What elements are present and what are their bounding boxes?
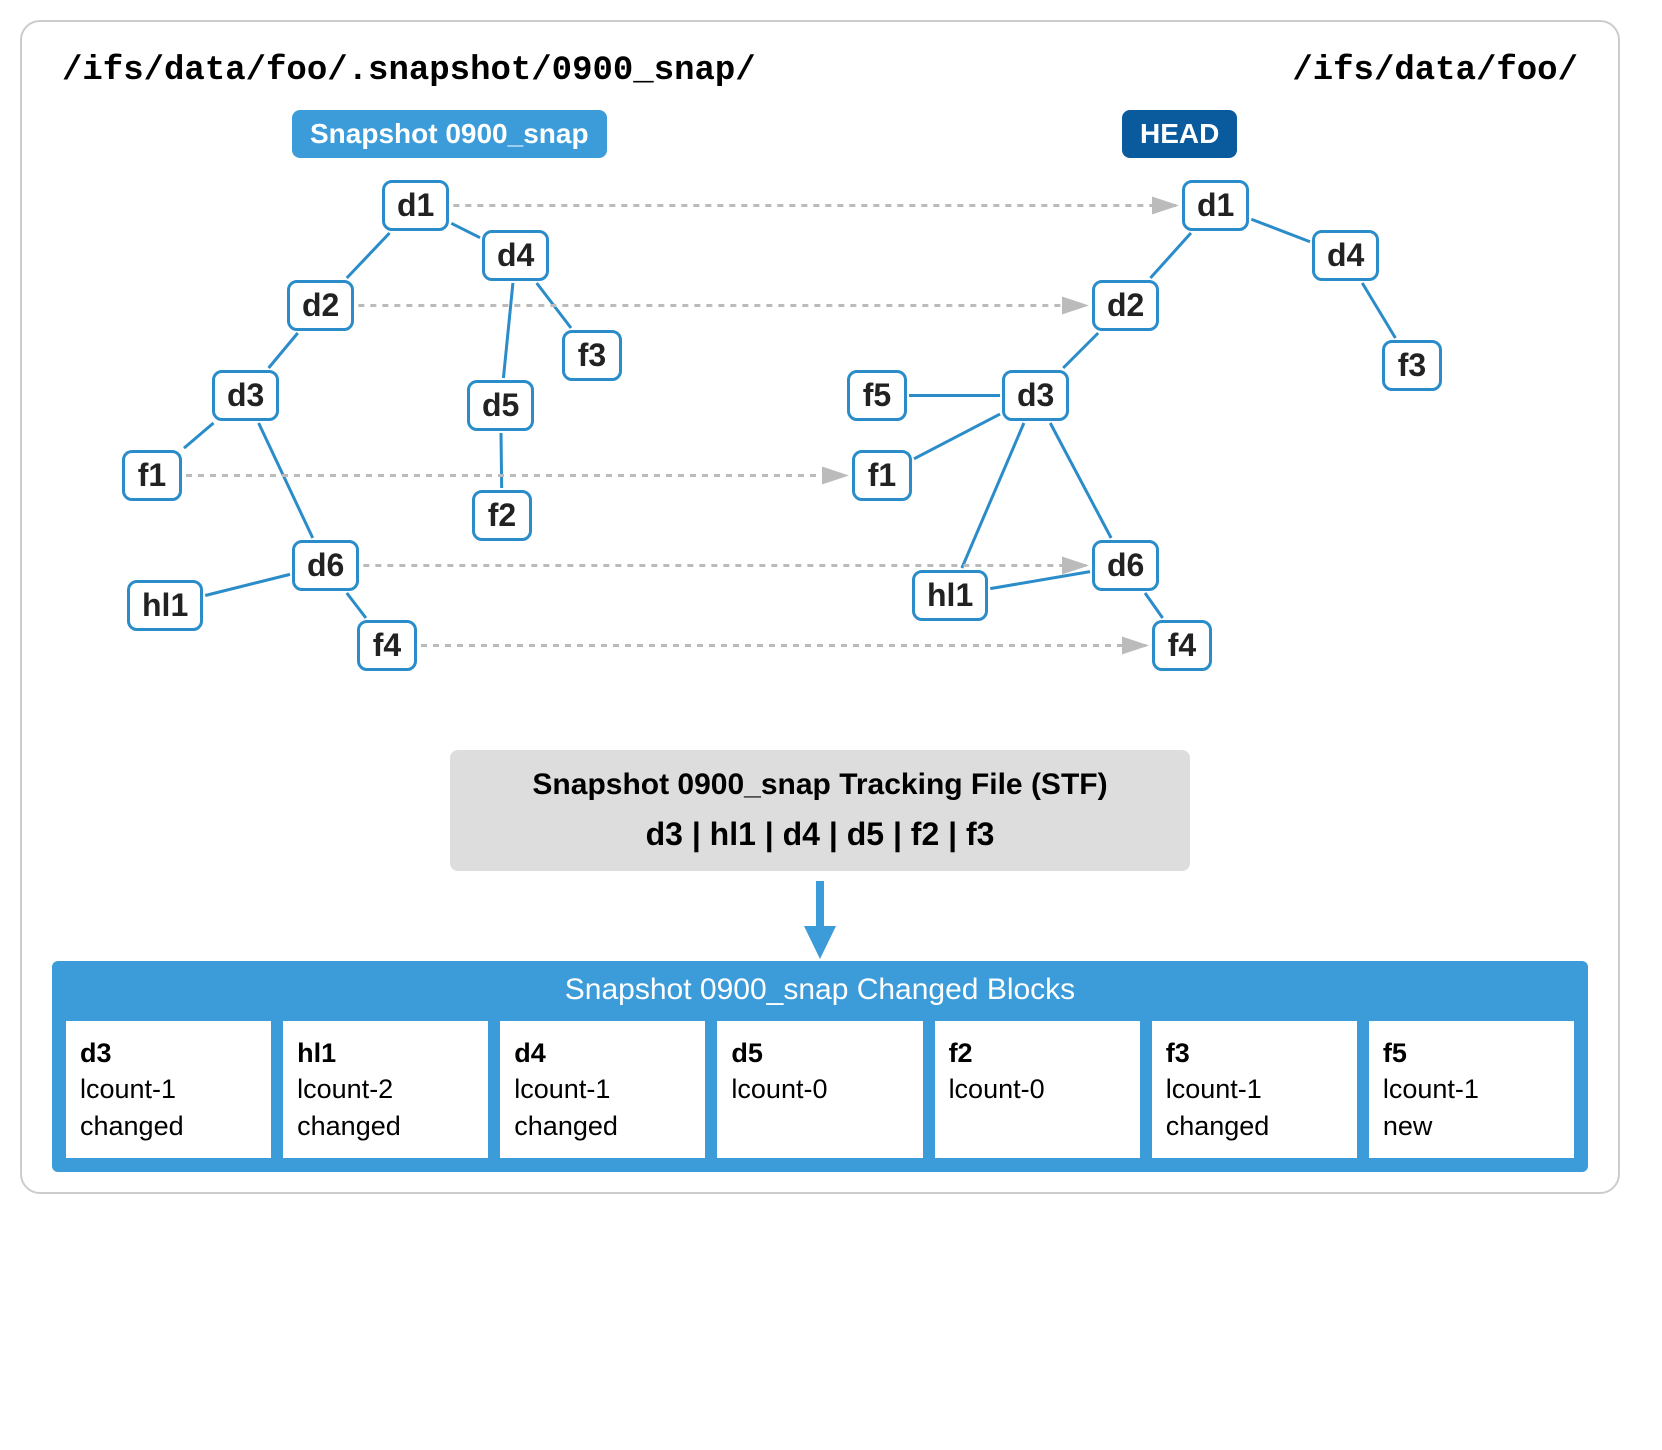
changed-blocks-row: d3lcount-1changedhl1lcount-2changedd4lco… xyxy=(66,1021,1574,1158)
snapshot-badge: Snapshot 0900_snap xyxy=(292,110,607,158)
changed-block: d3lcount-1changed xyxy=(66,1021,271,1158)
left-node-d1: d1 xyxy=(382,180,449,231)
changed-block: d5lcount-0 xyxy=(717,1021,922,1158)
left-node-d4: d4 xyxy=(482,230,549,281)
path-row: /ifs/data/foo/.snapshot/0900_snap/ /ifs/… xyxy=(52,52,1588,90)
changed-block: hl1lcount-2changed xyxy=(283,1021,488,1158)
left-node-f2: f2 xyxy=(472,490,532,541)
right-node-d2: d2 xyxy=(1092,280,1159,331)
right-node-hl1: hl1 xyxy=(912,570,988,621)
left-node-d3: d3 xyxy=(212,370,279,421)
right-node-d3: d3 xyxy=(1002,370,1069,421)
right-node-f1: f1 xyxy=(852,450,912,501)
left-node-d6: d6 xyxy=(292,540,359,591)
changed-block: f2lcount-0 xyxy=(935,1021,1140,1158)
right-node-d1: d1 xyxy=(1182,180,1249,231)
tree-area: d1 d4 d2 f3 d3 d5 f1 f2 d6 hl1 f4 d1 d4 d2 f3 f5 d3 f1 d6 h… xyxy=(52,170,1588,730)
left-node-d5: d5 xyxy=(467,380,534,431)
changed-blocks-title: Snapshot 0900_snap Changed Blocks xyxy=(66,973,1574,1007)
stf-items: d3 | hl1 | d4 | d5 | f2 | f3 xyxy=(470,816,1170,853)
right-node-f5: f5 xyxy=(847,370,907,421)
right-node-d6: d6 xyxy=(1092,540,1159,591)
changed-block: f3lcount-1changed xyxy=(1152,1021,1357,1158)
left-node-f3: f3 xyxy=(562,330,622,381)
left-node-hl1: hl1 xyxy=(127,580,203,631)
changed-block: f5lcount-1new xyxy=(1369,1021,1574,1158)
stf-title: Snapshot 0900_snap Tracking File (STF) xyxy=(470,768,1170,802)
stf-box: Snapshot 0900_snap Tracking File (STF) d… xyxy=(450,750,1190,871)
head-path: /ifs/data/foo/ xyxy=(1292,52,1578,90)
head-badge: HEAD xyxy=(1122,110,1237,158)
right-node-f3: f3 xyxy=(1382,340,1442,391)
left-node-d2: d2 xyxy=(287,280,354,331)
diagram-frame: /ifs/data/foo/.snapshot/0900_snap/ /ifs/… xyxy=(20,20,1620,1194)
right-node-f4: f4 xyxy=(1152,620,1212,671)
left-node-f1: f1 xyxy=(122,450,182,501)
badge-row: Snapshot 0900_snap HEAD xyxy=(52,110,1588,170)
down-arrow-icon xyxy=(800,881,840,961)
snapshot-path: /ifs/data/foo/.snapshot/0900_snap/ xyxy=(62,52,756,90)
right-node-d4: d4 xyxy=(1312,230,1379,281)
left-node-f4: f4 xyxy=(357,620,417,671)
changed-block: d4lcount-1changed xyxy=(500,1021,705,1158)
changed-blocks-panel: Snapshot 0900_snap Changed Blocks d3lcou… xyxy=(52,961,1588,1172)
